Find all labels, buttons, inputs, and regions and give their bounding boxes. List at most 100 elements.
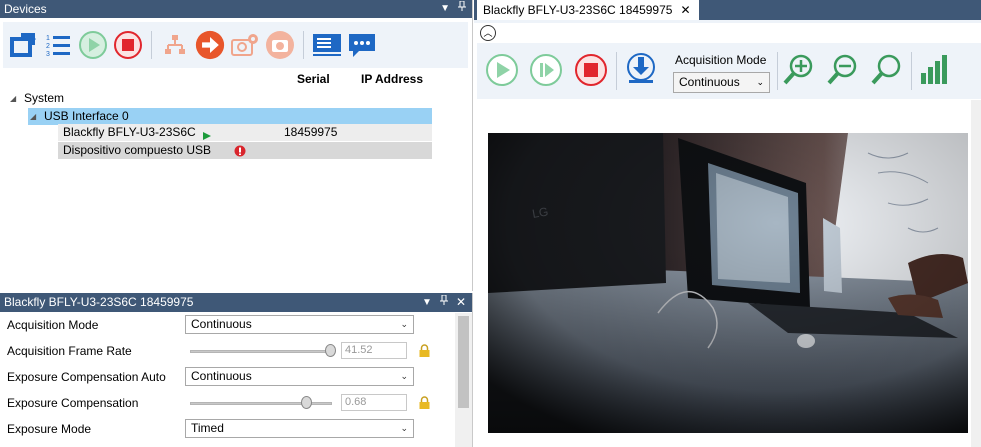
panel-menu-icon[interactable]: ▼ (422, 293, 432, 312)
frame-rate-input[interactable]: 41.52 (341, 342, 407, 359)
exposure-compensation-input[interactable]: 0.68 (341, 394, 407, 411)
stop-acquisition-button[interactable] (572, 51, 610, 89)
zoom-out-icon (827, 54, 857, 85)
tree-item-system[interactable]: ◢ System (10, 90, 430, 107)
play-icon (79, 31, 107, 59)
camera-button[interactable] (265, 30, 295, 60)
devices-panel: Devices ▼ 123 Serial IP Address ◢ System… (0, 0, 473, 291)
refresh-button[interactable] (8, 30, 38, 60)
properties-button[interactable] (312, 30, 342, 60)
lock-icon[interactable] (419, 344, 430, 360)
toolbar-separator (911, 52, 912, 90)
arrow-right-icon (195, 30, 225, 60)
zoom-fit-button[interactable] (867, 51, 905, 89)
devices-title: Devices (4, 2, 47, 16)
zoom-out-button[interactable] (823, 51, 861, 89)
properties-title-bar: Blackfly BFLY-U3-23S6C 18459975 ▼ ✕ (0, 293, 472, 312)
tree-item-camera[interactable]: Blackfly BFLY-U3-23S6C 18459975 (58, 124, 432, 141)
slider-thumb[interactable] (301, 396, 312, 409)
camera-view-panel: Blackfly BFLY-U3-23S6C 18459975 ✕ ︿ Acqu… (474, 0, 981, 447)
pin-icon[interactable] (458, 0, 466, 18)
frame-rate-slider[interactable] (190, 350, 332, 353)
chat-icon (349, 34, 375, 57)
chevron-up-icon: ︿ (483, 27, 493, 38)
single-frame-icon (530, 54, 562, 86)
close-icon[interactable]: ✕ (680, 1, 690, 20)
save-image-button[interactable] (622, 51, 660, 89)
toolbar-separator (777, 52, 778, 90)
property-row: Acquisition Frame Rate 41.52 (0, 338, 455, 364)
toolbar-separator (616, 52, 617, 90)
camera-settings-icon (231, 34, 258, 56)
histogram-button[interactable] (915, 51, 953, 89)
devices-toolbar: 123 (3, 22, 468, 68)
ip-column-header[interactable]: IP Address (361, 72, 423, 86)
chat-button[interactable] (347, 30, 377, 60)
property-label: Acquisition Frame Rate (7, 344, 132, 358)
pin-icon[interactable] (439, 293, 448, 312)
svg-text:3: 3 (46, 51, 50, 58)
refresh-icon (10, 33, 36, 57)
property-row: Acquisition Mode Continuous ⌄ (0, 312, 455, 338)
expand-triangle-icon[interactable]: ◢ (10, 90, 16, 107)
histogram-icon (921, 55, 947, 84)
slider-thumb[interactable] (325, 344, 336, 357)
forward-button[interactable] (195, 30, 225, 60)
collapse-toolbar-button[interactable]: ︿ (480, 25, 496, 41)
toolbar-separator (151, 31, 152, 59)
acquisition-mode-dropdown[interactable]: Continuous ⌄ (673, 72, 770, 93)
network-icon (165, 35, 185, 54)
svg-text:2: 2 (46, 43, 50, 50)
viewer-scrollbar[interactable] (971, 100, 981, 447)
lock-icon[interactable] (419, 396, 430, 412)
camera-serial: 18459975 (284, 125, 338, 139)
stop-icon (114, 31, 142, 59)
exposure-mode-select[interactable]: Timed ⌄ (185, 419, 414, 438)
properties-icon (313, 34, 341, 56)
properties-panel: Blackfly BFLY-U3-23S6C 18459975 ▼ ✕ Acqu… (0, 293, 473, 447)
list-icon: 123 (46, 35, 70, 58)
error-icon (234, 145, 246, 162)
chevron-down-icon: ⌄ (400, 371, 408, 381)
tree-item-usb-interface[interactable]: ◢ USB Interface 0 (28, 108, 432, 125)
devices-title-bar: Devices ▼ (0, 0, 472, 18)
play-icon (486, 54, 518, 86)
download-icon (627, 53, 655, 83)
property-label: Exposure Compensation (7, 396, 139, 410)
zoom-in-button[interactable] (779, 51, 817, 89)
stop-icon (575, 54, 607, 86)
tab-band (474, 20, 981, 23)
scrollbar-thumb[interactable] (458, 316, 469, 408)
tree-item-label: USB Interface 0 (44, 109, 129, 123)
property-label: Acquisition Mode (7, 318, 99, 332)
network-button[interactable] (160, 30, 190, 60)
camera-settings-button[interactable] (230, 30, 260, 60)
camera-image-viewer[interactable]: LG (488, 133, 968, 433)
properties-title: Blackfly BFLY-U3-23S6C 18459975 (4, 295, 194, 309)
exposure-compensation-auto-select[interactable]: Continuous ⌄ (185, 367, 414, 386)
play-button[interactable] (78, 30, 108, 60)
zoom-fit-icon (871, 54, 901, 85)
stop-button[interactable] (113, 30, 143, 60)
start-acquisition-button[interactable] (483, 51, 521, 89)
close-icon[interactable]: ✕ (456, 293, 466, 312)
chevron-down-icon: ⌄ (756, 77, 764, 87)
device-list-button[interactable]: 123 (43, 30, 73, 60)
acquisition-mode-select[interactable]: Continuous ⌄ (185, 315, 414, 334)
serial-column-header[interactable]: Serial (297, 72, 330, 86)
camera-icon (266, 31, 294, 59)
properties-scrollbar[interactable] (455, 313, 472, 447)
tab-camera[interactable]: Blackfly BFLY-U3-23S6C 18459975 ✕ (477, 0, 699, 20)
property-row: Exposure Compensation 0.68 (0, 390, 455, 416)
tree-item-label: System (24, 91, 65, 105)
document-tab-strip: Blackfly BFLY-U3-23S6C 18459975 ✕ (474, 0, 981, 20)
property-label: Exposure Mode (7, 422, 92, 436)
chevron-down-icon: ⌄ (400, 319, 408, 329)
property-row: Exposure Mode Timed ⌄ (0, 416, 455, 442)
expand-triangle-icon[interactable]: ◢ (30, 108, 36, 125)
panel-menu-icon[interactable]: ▼ (440, 0, 450, 18)
single-frame-button[interactable] (527, 51, 565, 89)
toolbar-separator (303, 31, 304, 59)
tree-item-composite-device[interactable]: Dispositivo compuesto USB (58, 142, 432, 159)
svg-text:1: 1 (46, 35, 50, 42)
